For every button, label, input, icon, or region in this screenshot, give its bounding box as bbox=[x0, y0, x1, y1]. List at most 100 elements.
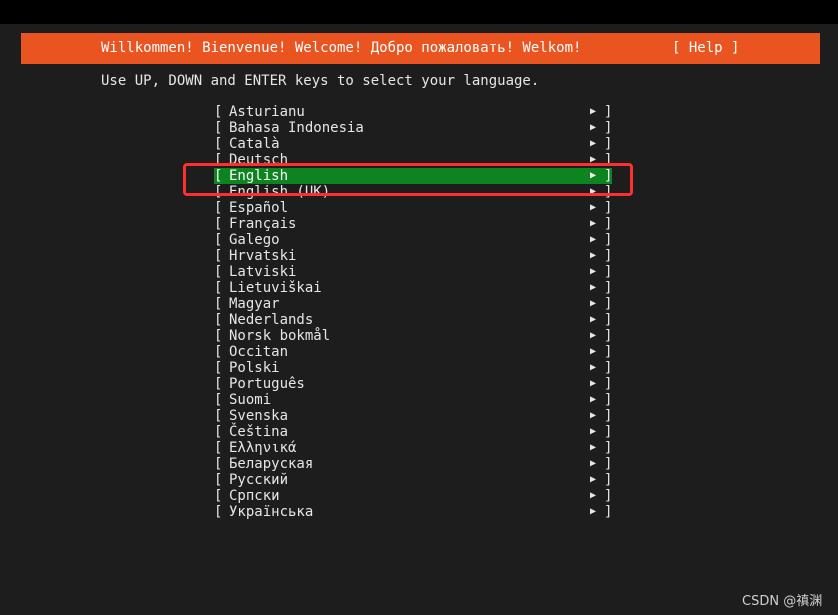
language-label: Occitan bbox=[229, 344, 289, 360]
arrow-right-icon: ▶ bbox=[590, 154, 597, 165]
language-label: Deutsch bbox=[229, 152, 289, 168]
right-bracket: ] bbox=[604, 440, 613, 456]
right-bracket: ] bbox=[604, 392, 613, 408]
arrow-right-icon: ▶ bbox=[590, 474, 597, 485]
arrow-right-icon: ▶ bbox=[590, 202, 597, 213]
language-option[interactable]: [Occitan ▶] bbox=[214, 344, 612, 360]
language-option[interactable]: [Українська ▶] bbox=[214, 504, 612, 520]
arrow-right-icon: ▶ bbox=[590, 218, 597, 229]
left-bracket: [ bbox=[214, 296, 223, 312]
language-option[interactable]: [Nederlands ▶] bbox=[214, 312, 612, 328]
language-label: English (UK) bbox=[229, 184, 331, 200]
language-label: Ελληνικά bbox=[229, 440, 297, 456]
right-bracket: ] bbox=[604, 232, 613, 248]
language-label: Asturianu bbox=[229, 104, 305, 120]
language-option[interactable]: [ Galego ▶] bbox=[214, 232, 612, 248]
arrow-right-icon: ▶ bbox=[590, 138, 597, 149]
language-label: Français bbox=[229, 216, 297, 232]
welcome-title: Willkommen! Bienvenue! Welcome! Добро по… bbox=[101, 40, 582, 56]
left-bracket: [ bbox=[214, 392, 223, 408]
right-bracket: ] bbox=[604, 168, 613, 184]
left-bracket: [ bbox=[214, 120, 223, 136]
language-option[interactable]: [Magyar ▶] bbox=[214, 296, 612, 312]
language-option[interactable]: [English (UK) ▶] bbox=[214, 184, 612, 200]
language-label: English bbox=[229, 168, 289, 184]
right-bracket: ] bbox=[604, 136, 613, 152]
language-option[interactable]: [Bahasa Indonesia ▶] bbox=[214, 120, 612, 136]
left-bracket: [ bbox=[214, 152, 223, 168]
language-option[interactable]: [Español ▶] bbox=[214, 200, 612, 216]
right-bracket: ] bbox=[604, 280, 613, 296]
arrow-right-icon: ▶ bbox=[590, 234, 597, 245]
language-option[interactable]: [Беларуская ▶] bbox=[214, 456, 612, 472]
language-label: Bahasa Indonesia bbox=[229, 120, 364, 136]
right-bracket: ] bbox=[604, 120, 613, 136]
language-option[interactable]: [Français ▶] bbox=[214, 216, 612, 232]
language-option[interactable]: [Suomi ▶] bbox=[214, 392, 612, 408]
right-bracket: ] bbox=[604, 376, 613, 392]
language-option[interactable]: [Català ▶] bbox=[214, 136, 612, 152]
arrow-right-icon: ▶ bbox=[590, 426, 597, 437]
language-label: Українська bbox=[229, 504, 314, 520]
left-bracket: [ bbox=[214, 216, 223, 232]
language-label: Latviski bbox=[229, 264, 297, 280]
arrow-right-icon: ▶ bbox=[590, 170, 597, 181]
help-button[interactable]: [ Help ] bbox=[672, 40, 739, 56]
language-label: Català bbox=[229, 136, 280, 152]
arrow-right-icon: ▶ bbox=[590, 442, 597, 453]
left-bracket: [ bbox=[214, 376, 223, 392]
arrow-right-icon: ▶ bbox=[590, 506, 597, 517]
language-list: [ Asturianu ▶] [ Bahasa Indonesia ▶] [ Català ▶]… bbox=[214, 104, 612, 520]
language-option[interactable]: [Polski ▶] bbox=[214, 360, 612, 376]
language-label: Svenska bbox=[229, 408, 289, 424]
language-option[interactable]: [English ▶] bbox=[214, 168, 612, 184]
arrow-right-icon: ▶ bbox=[590, 314, 597, 325]
language-option[interactable]: [ Norsk bokmål ▶] bbox=[214, 328, 612, 344]
language-label: Norsk bokmål bbox=[229, 328, 331, 344]
language-option[interactable]: [Lietuviškai ▶] bbox=[214, 280, 612, 296]
arrow-right-icon: ▶ bbox=[590, 106, 597, 117]
left-bracket: [ bbox=[214, 248, 223, 264]
right-bracket: ] bbox=[604, 296, 613, 312]
language-option[interactable]: [Ελληνικά ▶] bbox=[214, 440, 612, 456]
right-bracket: ] bbox=[604, 328, 613, 344]
language-option[interactable]: [ Latviski ▶] bbox=[214, 264, 612, 280]
language-option[interactable]: [Svenska ▶] bbox=[214, 408, 612, 424]
arrow-right-icon: ▶ bbox=[590, 298, 597, 309]
right-bracket: ] bbox=[604, 264, 613, 280]
language-option[interactable]: [Čeština ▶] bbox=[214, 424, 612, 440]
language-option[interactable]: [Hrvatski ▶] bbox=[214, 248, 612, 264]
language-option[interactable]: [Português ▶] bbox=[214, 376, 612, 392]
arrow-right-icon: ▶ bbox=[590, 330, 597, 341]
left-bracket: [ bbox=[214, 184, 223, 200]
language-label: Polski bbox=[229, 360, 280, 376]
arrow-right-icon: ▶ bbox=[590, 410, 597, 421]
language-label: Lietuviškai bbox=[229, 280, 322, 296]
language-option[interactable]: [ Deutsch ▶] bbox=[214, 152, 612, 168]
arrow-right-icon: ▶ bbox=[590, 266, 597, 277]
right-bracket: ] bbox=[604, 472, 613, 488]
arrow-right-icon: ▶ bbox=[590, 490, 597, 501]
right-bracket: ] bbox=[604, 312, 613, 328]
right-bracket: ] bbox=[604, 152, 613, 168]
language-label: Português bbox=[229, 376, 305, 392]
left-bracket: [ bbox=[214, 104, 223, 120]
arrow-right-icon: ▶ bbox=[590, 394, 597, 405]
left-bracket: [ bbox=[214, 280, 223, 296]
instruction-text: Use UP, DOWN and ENTER keys to select yo… bbox=[101, 73, 540, 89]
right-bracket: ] bbox=[604, 488, 613, 504]
left-bracket: [ bbox=[214, 424, 223, 440]
language-option[interactable]: [Русский ▶] bbox=[214, 472, 612, 488]
left-bracket: [ bbox=[214, 328, 223, 344]
left-bracket: [ bbox=[214, 264, 223, 280]
arrow-right-icon: ▶ bbox=[590, 458, 597, 469]
left-bracket: [ bbox=[214, 232, 223, 248]
right-bracket: ] bbox=[604, 104, 613, 120]
language-option[interactable]: [ Asturianu ▶] bbox=[214, 104, 612, 120]
language-label: Galego bbox=[229, 232, 280, 248]
language-label: Српски bbox=[229, 488, 280, 504]
language-label: Español bbox=[229, 200, 289, 216]
left-bracket: [ bbox=[214, 408, 223, 424]
language-option[interactable]: [Српски ▶] bbox=[214, 488, 612, 504]
left-bracket: [ bbox=[214, 504, 223, 520]
